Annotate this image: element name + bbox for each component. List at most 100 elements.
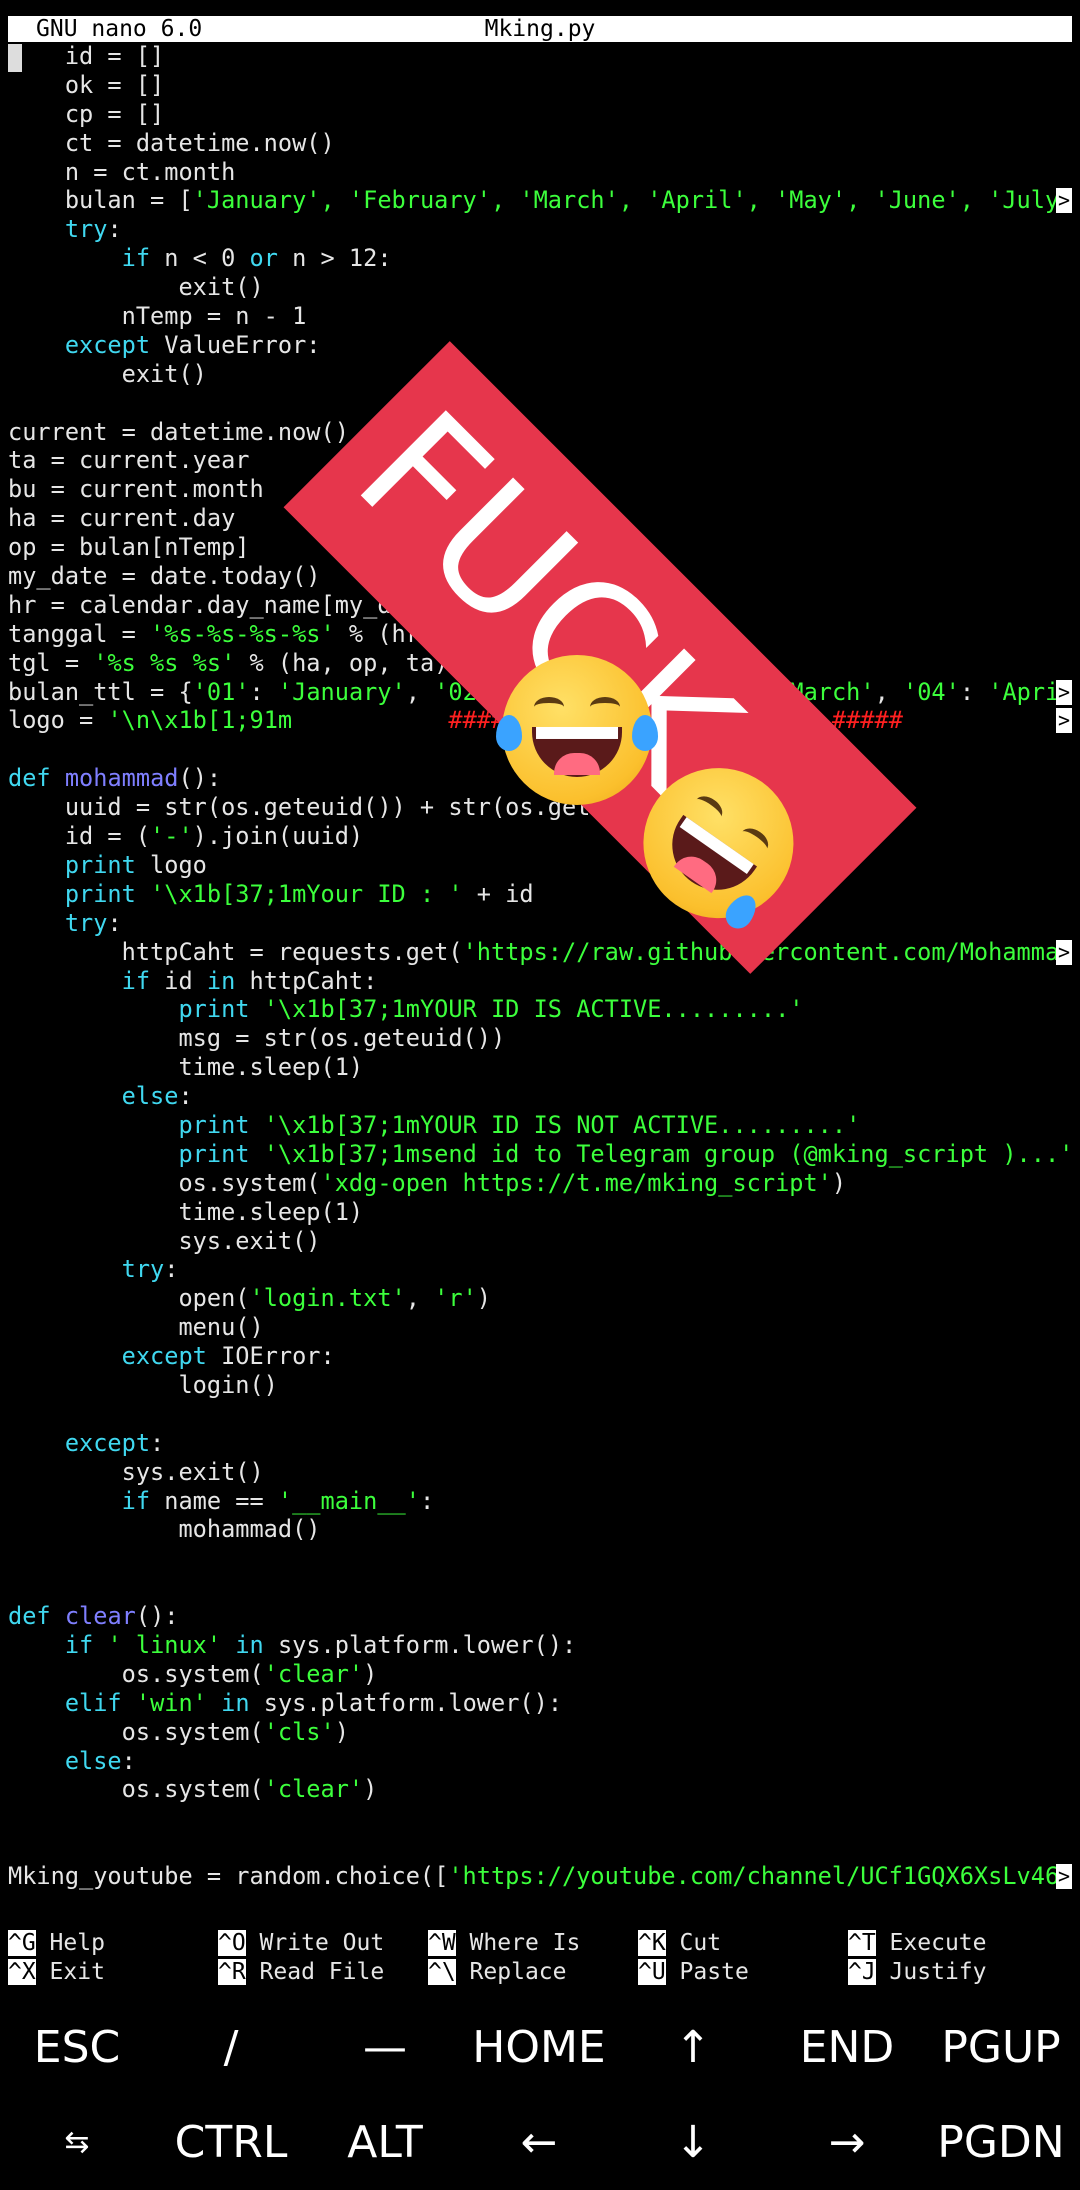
- code-line[interactable]: if ' linux' in sys.platform.lower():: [8, 1631, 1072, 1660]
- code-line[interactable]: else:: [8, 1747, 1072, 1776]
- code-line[interactable]: os.system('xdg-open https://t.me/mking_s…: [8, 1169, 1072, 1198]
- extra-key-symbol[interactable]: ←: [462, 2095, 616, 2190]
- code-token: '04': [903, 677, 960, 706]
- code-line[interactable]: login(): [8, 1371, 1072, 1400]
- extra-key-symbol[interactable]: —: [308, 2000, 462, 2095]
- code-line[interactable]: id = []: [8, 42, 1072, 71]
- code-line[interactable]: ct = datetime.now(): [8, 129, 1072, 158]
- shortcut-item[interactable]: ^X Exit: [8, 1958, 105, 1987]
- code-line[interactable]: mohammad(): [8, 1515, 1072, 1544]
- code-line[interactable]: id = ('-').join(uuid): [8, 822, 1072, 851]
- code-line[interactable]: except ValueError:: [8, 331, 1072, 360]
- code-line[interactable]: menu(): [8, 1313, 1072, 1342]
- code-line[interactable]: print logo: [8, 851, 1072, 880]
- code-line[interactable]: ok = []: [8, 71, 1072, 100]
- code-line[interactable]: exit(): [8, 273, 1072, 302]
- code-line[interactable]: n = ct.month: [8, 158, 1072, 187]
- termux-extra-keys: ESC / — HOME ↑ END PGUP ⇆ CTRL ALT ← ↓ → PGDN: [0, 2000, 1080, 2190]
- code-line[interactable]: else:: [8, 1082, 1072, 1111]
- code-line[interactable]: bulan = ['January', 'February', 'March',…: [8, 186, 1072, 215]
- code-line[interactable]: time.sleep(1): [8, 1198, 1072, 1227]
- shortcut-item[interactable]: ^R Read File: [218, 1958, 384, 1987]
- extra-key-symbol[interactable]: ↑: [616, 2000, 770, 2095]
- code-line[interactable]: sys.exit(): [8, 1227, 1072, 1256]
- code-line[interactable]: def clear():: [8, 1602, 1072, 1631]
- code-line[interactable]: nTemp = n - 1: [8, 302, 1072, 331]
- code-token: time.sleep(1): [8, 1197, 364, 1226]
- code-token: ():: [135, 1602, 179, 1631]
- code-line[interactable]: open('login.txt', 'r'): [8, 1284, 1072, 1313]
- extra-key-symbol[interactable]: ⇆: [0, 2095, 154, 2190]
- extra-key-symbol[interactable]: /: [154, 2000, 308, 2095]
- code-line[interactable]: print '\x1b[37;1msend id to Telegram gro…: [8, 1140, 1072, 1169]
- shortcut-item[interactable]: ^\ Replace: [428, 1958, 566, 1987]
- code-line[interactable]: print '\x1b[37;1mYOUR ID IS ACTIVE......…: [8, 995, 1072, 1024]
- extra-key-end[interactable]: END: [770, 2000, 924, 2095]
- code-line[interactable]: os.system('cls'): [8, 1718, 1072, 1747]
- code-line[interactable]: if name == '__main__':: [8, 1487, 1072, 1516]
- code-line[interactable]: Mking_youtube = random.choice(['https://…: [8, 1862, 1072, 1891]
- code-token: '\n\x1b[1;91m: [107, 706, 293, 735]
- code-line[interactable]: except IOError:: [8, 1342, 1072, 1371]
- extra-key-symbol[interactable]: ↓: [616, 2095, 770, 2190]
- code-token: except: [8, 1428, 151, 1457]
- code-token: else: [8, 1082, 179, 1111]
- code-line[interactable]: os.system('clear'): [8, 1775, 1072, 1804]
- code-token: :: [164, 1255, 179, 1284]
- shortcut-item[interactable]: ^U Paste: [638, 1958, 749, 1987]
- shortcut-item[interactable]: ^G Help: [8, 1929, 105, 1958]
- code-line[interactable]: print '\x1b[37;1mYour ID : ' + id: [8, 880, 1072, 909]
- line-truncated-icon: >: [1056, 679, 1072, 705]
- extra-key-pgdn[interactable]: PGDN: [924, 2095, 1078, 2190]
- shortcut-label: Cut: [665, 1930, 722, 1956]
- code-line[interactable]: [8, 1573, 1072, 1602]
- code-token: op = bulan[nTemp]: [8, 533, 250, 562]
- code-token: Mking_youtube = random.choice([: [8, 1862, 449, 1891]
- code-line[interactable]: [8, 1400, 1072, 1429]
- code-line[interactable]: cp = []: [8, 100, 1072, 129]
- code-token: + id: [462, 879, 534, 908]
- code-line[interactable]: time.sleep(1): [8, 1053, 1072, 1082]
- code-line[interactable]: exit(): [8, 360, 1072, 389]
- code-line[interactable]: try:: [8, 215, 1072, 244]
- extra-key-ctrl[interactable]: CTRL: [154, 2095, 308, 2190]
- code-line[interactable]: elif 'win' in sys.platform.lower():: [8, 1689, 1072, 1718]
- code-token: in: [206, 966, 236, 995]
- code-line[interactable]: if id in httpCaht:: [8, 967, 1072, 996]
- code-line[interactable]: [8, 389, 1072, 418]
- line-truncated-icon: >: [1056, 1864, 1072, 1890]
- code-line[interactable]: [8, 1804, 1072, 1833]
- shortcut-item[interactable]: ^K Cut: [638, 1929, 721, 1958]
- code-token: ): [476, 1284, 492, 1313]
- code-line[interactable]: sys.exit(): [8, 1458, 1072, 1487]
- extra-key-pgup[interactable]: PGUP: [924, 2000, 1078, 2095]
- code-token: current = datetime.now(): [8, 417, 349, 446]
- code-line[interactable]: try:: [8, 909, 1072, 938]
- code-line[interactable]: httpCaht = requests.get('https://raw.git…: [8, 938, 1072, 967]
- code-line[interactable]: print '\x1b[37;1mYOUR ID IS NOT ACTIVE..…: [8, 1111, 1072, 1140]
- code-line[interactable]: [8, 1833, 1072, 1862]
- shortcut-item[interactable]: ^J Justify: [848, 1958, 986, 1987]
- code-line[interactable]: os.system('clear'): [8, 1660, 1072, 1689]
- code-line[interactable]: msg = str(os.geteuid()): [8, 1024, 1072, 1053]
- shortcut-item[interactable]: ^T Execute: [848, 1929, 986, 1958]
- code-token: n > 12:: [277, 244, 392, 273]
- extra-key-home[interactable]: HOME: [462, 2000, 616, 2095]
- extra-key-esc[interactable]: ESC: [0, 2000, 154, 2095]
- code-line[interactable]: except:: [8, 1429, 1072, 1458]
- code-editor[interactable]: id = [] ok = [] cp = [] ct = datetime.no…: [8, 42, 1072, 1891]
- code-line[interactable]: if n < 0 or n > 12:: [8, 244, 1072, 273]
- code-token: bu = current.month: [8, 475, 264, 504]
- shortcut-item[interactable]: ^O Write Out: [218, 1929, 384, 1958]
- shortcut-item[interactable]: ^W Where Is: [428, 1929, 580, 1958]
- code-token: msg = str(os.geteuid()): [8, 1024, 506, 1053]
- code-line[interactable]: try:: [8, 1255, 1072, 1284]
- extra-key-symbol[interactable]: →: [770, 2095, 924, 2190]
- code-line[interactable]: [8, 1544, 1072, 1573]
- code-token: sys.exit(): [8, 1457, 264, 1486]
- extra-key-alt[interactable]: ALT: [308, 2095, 462, 2190]
- code-token: or: [249, 244, 278, 273]
